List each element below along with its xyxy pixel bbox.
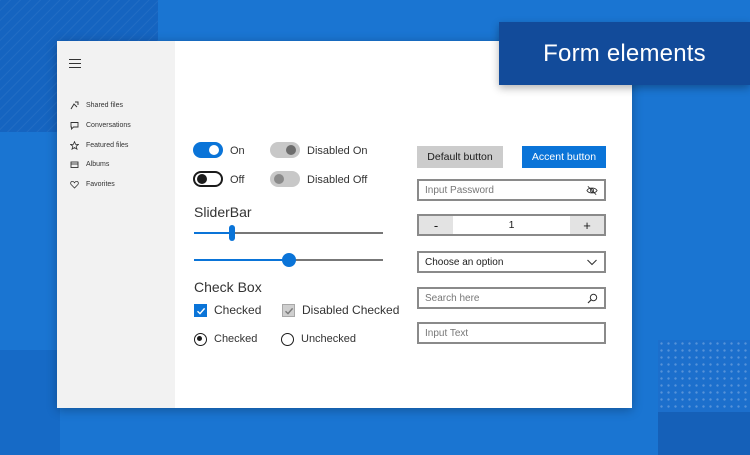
slider-thumb[interactable] <box>282 253 296 267</box>
background-block-bottom <box>0 350 60 455</box>
checkmark-icon <box>196 307 205 315</box>
toggle-off-label: Off <box>230 174 245 186</box>
toggle-disabled-off <box>270 171 300 187</box>
slider-thumb[interactable] <box>229 225 235 241</box>
toggle-disabled-off-label: Disabled Off <box>307 174 368 186</box>
checkmark-icon <box>284 307 293 315</box>
sidebar-item-albums[interactable]: Albums <box>69 157 109 171</box>
search-field[interactable] <box>417 287 606 309</box>
text-field[interactable] <box>417 322 606 344</box>
chat-icon <box>69 120 79 130</box>
password-input[interactable] <box>419 181 604 199</box>
sidebar-item-shared-files[interactable]: Shared files <box>69 98 123 112</box>
search-icon[interactable] <box>586 292 598 304</box>
search-input[interactable] <box>419 289 604 307</box>
sidebar-item-featured-files[interactable]: Featured files <box>69 138 128 152</box>
decrement-button[interactable]: - <box>419 216 453 234</box>
sidebar: Shared files Conversations Featured file… <box>57 41 175 408</box>
radio-dot <box>197 336 203 342</box>
toggle-on-label: On <box>230 145 245 157</box>
slider-bar-1[interactable] <box>194 225 383 241</box>
sidebar-item-label: Albums <box>86 160 110 168</box>
sidebar-item-label: Featured files <box>86 141 129 149</box>
toggle-disabled-on <box>270 142 300 158</box>
slider-fill <box>194 232 232 234</box>
radio-unchecked-label: Unchecked <box>301 333 357 345</box>
sidebar-item-conversations[interactable]: Conversations <box>69 118 131 132</box>
checkbox-disabled-checked <box>282 304 295 317</box>
sliderbar-heading: SliderBar <box>194 204 252 220</box>
stepper-value[interactable]: 1 <box>453 216 570 234</box>
radio-unchecked[interactable] <box>281 333 294 346</box>
heart-icon <box>69 179 79 189</box>
hamburger-menu-icon[interactable] <box>69 59 81 68</box>
star-icon <box>69 140 79 150</box>
shared-files-icon <box>69 100 79 110</box>
toggle-disabled-on-label: Disabled On <box>307 145 368 157</box>
toggle-knob <box>286 145 296 155</box>
slider-fill <box>194 259 289 261</box>
toggle-on[interactable] <box>193 142 223 158</box>
background-block-bottom-right <box>658 412 750 455</box>
toggle-knob <box>274 174 284 184</box>
sidebar-item-label: Favorites <box>86 180 115 188</box>
quantity-stepper: - 1 + <box>417 214 606 236</box>
toggle-off[interactable] <box>193 171 223 187</box>
title-badge: Form elements <box>499 22 750 85</box>
slider-bar-2[interactable] <box>194 252 383 268</box>
default-button[interactable]: Default button <box>417 146 503 168</box>
option-select[interactable]: Choose an option <box>417 251 606 273</box>
toggle-knob <box>197 174 207 184</box>
radio-checked[interactable] <box>194 333 207 346</box>
text-input[interactable] <box>419 324 604 342</box>
sidebar-item-label: Shared files <box>86 101 123 109</box>
eye-hide-icon[interactable] <box>586 184 598 196</box>
checkbox-disabled-checked-label: Disabled Checked <box>302 303 400 317</box>
sidebar-item-label: Conversations <box>86 121 131 129</box>
chevron-down-icon <box>587 259 597 266</box>
checkbox-checked-label: Checked <box>214 303 262 317</box>
checkbox-checked[interactable] <box>194 304 207 317</box>
sidebar-item-favorites[interactable]: Favorites <box>69 177 115 191</box>
checkbox-heading: Check Box <box>194 279 262 295</box>
accent-button[interactable]: Accent button <box>522 146 606 168</box>
password-field[interactable] <box>417 179 606 201</box>
album-icon <box>69 159 79 169</box>
toggle-knob <box>209 145 219 155</box>
select-value: Choose an option <box>425 256 504 268</box>
radio-checked-label: Checked <box>214 333 258 345</box>
increment-button[interactable]: + <box>570 216 604 234</box>
